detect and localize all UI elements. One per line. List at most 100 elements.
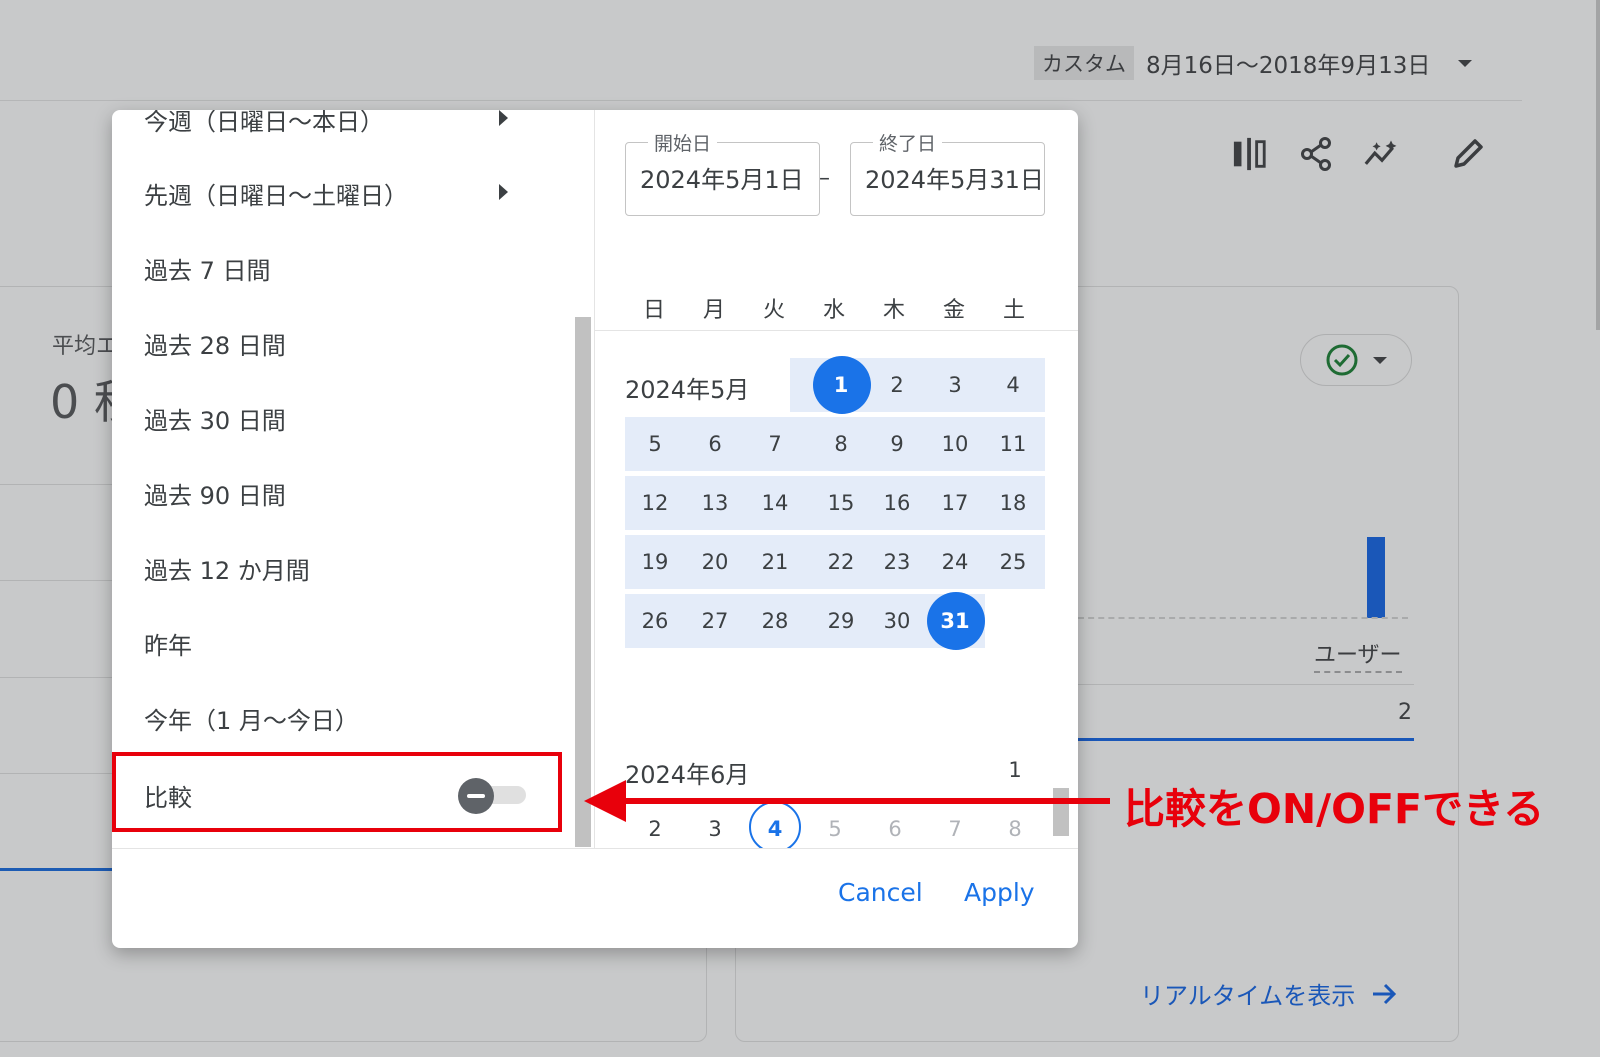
calendar-day[interactable]: 7 — [745, 417, 805, 471]
calendar-day[interactable]: 9 — [867, 417, 927, 471]
annotation-arrow — [584, 780, 1110, 822]
calendar-day[interactable]: 15 — [811, 476, 871, 530]
calendar-day[interactable]: 5 — [625, 417, 685, 471]
row-divider — [0, 484, 115, 485]
calendar-day[interactable]: 17 — [925, 476, 985, 530]
calendar-day[interactable]: 18 — [983, 476, 1043, 530]
preset-item[interactable]: 過去 30 日間 — [144, 401, 286, 436]
start-date-input[interactable] — [640, 163, 815, 191]
calendar-day-label: 2 — [890, 373, 904, 397]
calendar-day[interactable]: 19 — [625, 535, 685, 589]
calendar-day[interactable]: 29 — [811, 594, 871, 648]
calendar-day[interactable]: 11 — [983, 417, 1043, 471]
calendar-day[interactable]: 26 — [625, 594, 685, 648]
preset-scrollbar[interactable] — [575, 317, 591, 847]
calendar-day-label: 30 — [883, 609, 911, 633]
compare-row: 比較 — [112, 752, 562, 832]
calendar-day[interactable]: 22 — [811, 535, 871, 589]
calendar-day[interactable]: 31 — [925, 592, 985, 650]
calendar-day[interactable]: 21 — [745, 535, 805, 589]
preset-item-label: 過去 30 日間 — [144, 407, 286, 435]
calendar-day-label: 1 — [1008, 758, 1022, 782]
preset-item-label: 先週（日曜日〜土曜日） — [144, 182, 408, 210]
calendar-day[interactable]: 3 — [925, 358, 985, 412]
start-date-label: 開始日 — [648, 129, 718, 156]
report-toolbar — [1232, 136, 1486, 172]
preset-item-label: 過去 90 日間 — [144, 482, 286, 510]
compare-toggle[interactable] — [458, 778, 528, 814]
chart-line — [0, 868, 115, 871]
calendar-day-label: 1 — [833, 373, 849, 397]
calendar-day[interactable]: 1 — [811, 356, 871, 414]
calendar-day[interactable]: 20 — [685, 535, 745, 589]
calendar-day-label: 15 — [827, 491, 855, 515]
calendar-day[interactable]: 16 — [867, 476, 927, 530]
calendar-day-label: 18 — [999, 491, 1027, 515]
preset-item-label: 過去 7 日間 — [144, 257, 271, 285]
users-label: ユーザー — [1314, 637, 1402, 673]
insights-icon[interactable] — [1364, 136, 1400, 172]
weekday-label: 土 — [1002, 298, 1025, 323]
weekday-label: 木 — [882, 298, 905, 323]
edit-pencil-icon[interactable] — [1450, 136, 1486, 172]
calendar-day[interactable]: 4 — [983, 358, 1043, 412]
preset-item[interactable]: 昨年 — [144, 626, 192, 661]
calendar-day-label: 16 — [883, 491, 911, 515]
start-date-field[interactable]: 開始日 — [625, 129, 820, 216]
calendar-day-label: 8 — [834, 432, 848, 456]
date-range-dialog: 今週（日曜日〜本日） 先週（日曜日〜土曜日） 過去 7 日間過去 28 日間過去 3… — [112, 110, 1078, 948]
calendar-day[interactable]: 14 — [745, 476, 805, 530]
date-range-mode-chip: カスタム — [1034, 46, 1134, 80]
calendar-day[interactable]: 25 — [983, 535, 1043, 589]
calendar-day-label: 26 — [641, 609, 669, 633]
preset-item[interactable]: 過去 90 日間 — [144, 476, 286, 511]
preset-item[interactable]: 先週（日曜日〜土曜日） — [144, 176, 508, 211]
realtime-link-label: リアルタイムを表示 — [1140, 982, 1356, 1010]
status-dropdown[interactable] — [1300, 334, 1412, 386]
end-date-field[interactable]: 終了日 — [850, 129, 1045, 216]
calendar-day-label: 10 — [941, 432, 969, 456]
calendar-day[interactable]: 13 — [685, 476, 745, 530]
weekday-divider — [595, 330, 1078, 331]
preset-item[interactable]: 今週（日曜日〜本日） — [144, 110, 508, 137]
calendar-day-label: 4 — [1006, 373, 1020, 397]
calendar-day[interactable]: 27 — [685, 594, 745, 648]
date-range-selector[interactable]: カスタム 8月16日～2018年9月13日 — [1034, 46, 1473, 80]
calendar-day-label: 7 — [768, 432, 782, 456]
weekday-label: 火 — [762, 298, 785, 323]
end-date-input[interactable] — [865, 163, 1040, 191]
calendar-day-label: 29 — [827, 609, 855, 633]
calendar-day-label: 14 — [761, 491, 789, 515]
compare-columns-icon[interactable] — [1232, 136, 1268, 172]
date-range-text: 8月16日～2018年9月13日 — [1146, 53, 1431, 79]
preset-item[interactable]: 過去 7 日間 — [144, 251, 271, 286]
calendar-day[interactable]: 23 — [867, 535, 927, 589]
calendar-day-label: 17 — [941, 491, 969, 515]
calendar-day-label: 23 — [883, 550, 911, 574]
calendar-pane: 開始日 – 終了日 日月火水木金土 2024年5月123456789101112… — [595, 110, 1078, 848]
page-scrollbar[interactable] — [1596, 0, 1600, 330]
cancel-button[interactable]: Cancel — [838, 878, 923, 907]
weekday-header: 日月火水木金土 — [624, 292, 1044, 324]
row-divider — [0, 773, 115, 774]
calendar-day[interactable]: 24 — [925, 535, 985, 589]
calendar-day[interactable]: 12 — [625, 476, 685, 530]
calendar-day[interactable]: 10 — [925, 417, 985, 471]
calendar-day[interactable]: 8 — [811, 417, 871, 471]
apply-button[interactable]: Apply — [964, 878, 1035, 907]
preset-item[interactable]: 過去 12 か月間 — [144, 551, 310, 586]
calendar-day-label: 24 — [941, 550, 969, 574]
preset-item-label: 今年（1 月〜今日） — [144, 707, 359, 735]
calendar-day[interactable]: 30 — [867, 594, 927, 648]
share-icon[interactable] — [1298, 136, 1334, 172]
calendar-day[interactable]: 6 — [685, 417, 745, 471]
realtime-link[interactable]: リアルタイムを表示 — [1140, 976, 1397, 1011]
preset-item[interactable]: 過去 28 日間 — [144, 326, 286, 361]
preset-list: 今週（日曜日〜本日） 先週（日曜日〜土曜日） 過去 7 日間過去 28 日間過去 3… — [112, 110, 594, 848]
calendar-day-label: 3 — [948, 373, 962, 397]
compare-label: 比較 — [144, 784, 192, 812]
preset-item[interactable]: 今年（1 月〜今日） — [144, 701, 359, 736]
preset-item-label: 今週（日曜日〜本日） — [144, 110, 384, 136]
calendar-day[interactable]: 28 — [745, 594, 805, 648]
calendar-day[interactable]: 2 — [867, 358, 927, 412]
